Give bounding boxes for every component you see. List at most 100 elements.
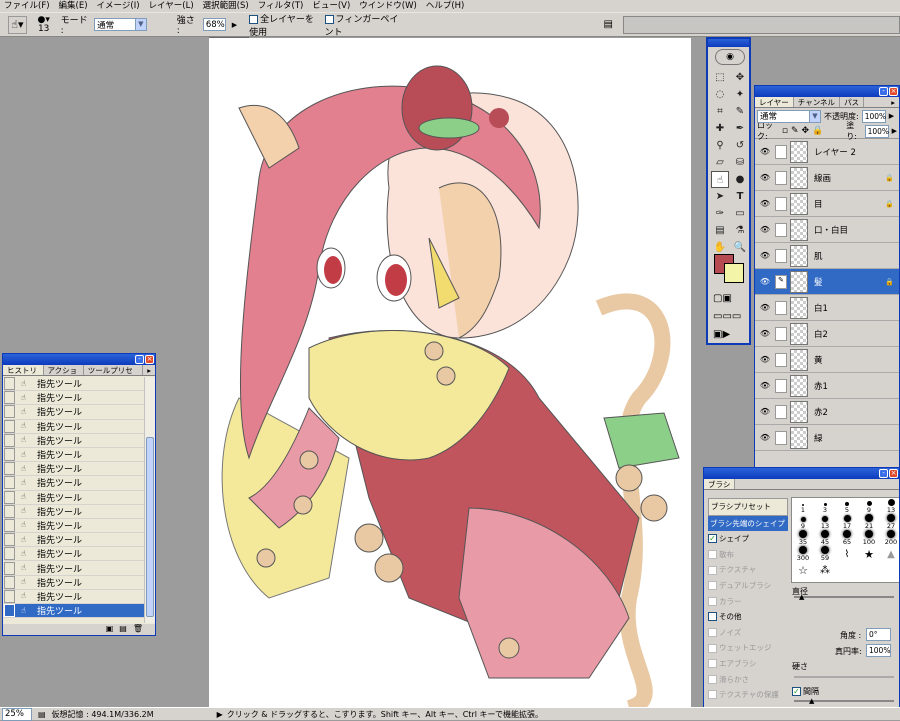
healing-brush-icon[interactable]: ✚ [711, 120, 729, 137]
option-checkbox[interactable] [708, 565, 717, 575]
history-item[interactable]: ☝ 指先ツール [4, 476, 145, 491]
option-checkbox[interactable] [708, 550, 717, 560]
brush-tip[interactable]: 100 [858, 530, 880, 546]
layer-row[interactable]: 👁 白2 [755, 321, 899, 347]
spacing-checkbox[interactable] [792, 687, 801, 696]
opacity-input[interactable]: 100% [861, 109, 886, 123]
eye-icon[interactable]: 👁 [755, 303, 775, 312]
history-checkbox[interactable] [4, 518, 15, 532]
trash-icon[interactable]: 🗑 [133, 624, 143, 635]
marquee-tool-icon[interactable]: ⬚ [711, 69, 729, 86]
brush-tip[interactable]: 9 [858, 498, 880, 514]
opacity-arrow-icon[interactable]: ▶ [889, 112, 894, 120]
magic-wand-icon[interactable]: ✦ [731, 86, 749, 103]
lasso-tool-icon[interactable]: ◌ [711, 86, 729, 103]
layer-row-selected[interactable]: 👁 ✎ 髪 🔒 [755, 269, 899, 295]
fill-arrow-icon[interactable]: ▶ [892, 127, 897, 135]
brush-tip[interactable]: 27 [880, 514, 899, 530]
history-item[interactable]: ☝ 指先ツール [4, 504, 145, 519]
option-checkbox[interactable] [708, 612, 717, 622]
bucket-tool-icon[interactable]: ⛁ [731, 154, 749, 171]
all-layers-option[interactable]: 全レイヤーを使用 [249, 12, 318, 38]
shape-dynamics-item[interactable]: シェイプ [708, 531, 788, 547]
minimize-button[interactable]: - [135, 355, 144, 364]
brush-tip[interactable]: 17 [836, 514, 858, 530]
history-item[interactable]: ☝ 指先ツール [4, 589, 145, 604]
option-checkbox[interactable] [708, 581, 717, 591]
brush-tip[interactable]: 21 [858, 514, 880, 530]
eye-icon[interactable]: 👁 [755, 225, 775, 234]
history-checkbox[interactable] [4, 533, 15, 547]
path-select-icon[interactable]: ➤ [711, 188, 729, 205]
minimize-button[interactable]: - [879, 469, 888, 478]
history-item[interactable]: ☝ 指先ツール [4, 533, 145, 548]
texture-item[interactable]: テクスチャ [708, 562, 788, 578]
slice-tool-icon[interactable]: ✎ [731, 103, 749, 120]
history-checkbox[interactable] [4, 462, 15, 476]
link-cell[interactable] [775, 378, 787, 393]
lock-transparency-icon[interactable]: ▫ [782, 126, 788, 136]
history-item[interactable]: ☝ 指先ツール [4, 547, 145, 562]
link-cell[interactable] [775, 170, 787, 185]
eraser-tool-icon[interactable]: ▱ [711, 154, 729, 171]
eye-icon[interactable]: 👁 [755, 329, 775, 338]
option-checkbox[interactable] [708, 659, 717, 669]
brush-tip[interactable]: 13 [880, 498, 899, 514]
eye-icon[interactable]: 👁 [755, 381, 775, 390]
history-checkbox[interactable] [4, 433, 15, 447]
close-button[interactable]: × [145, 355, 154, 364]
quickmask-icon[interactable]: ▢▣ [713, 293, 732, 304]
option-checkbox[interactable] [708, 596, 717, 606]
layer-row[interactable]: 👁 白1 [755, 295, 899, 321]
strength-arrow-icon[interactable]: ▶ [232, 21, 237, 29]
link-cell[interactable] [775, 248, 787, 263]
layer-row[interactable]: 👁 目 🔒 [755, 191, 899, 217]
layer-row[interactable]: 👁 赤1 [755, 373, 899, 399]
lock-paint-icon[interactable]: ✎ [791, 126, 799, 136]
menu-window[interactable]: ウインドウ(W) [359, 0, 417, 12]
brush-tip-star-outline-icon[interactable]: ☆ [792, 562, 814, 578]
history-checkbox[interactable] [4, 391, 15, 405]
eye-icon[interactable]: 👁 [755, 251, 775, 260]
history-item[interactable]: ☝ 指先ツール [4, 575, 145, 590]
tab-channels[interactable]: チャンネル [794, 97, 841, 107]
shape-tool-icon[interactable]: ▭ [731, 205, 749, 222]
move-tool-icon[interactable]: ✥ [731, 69, 749, 86]
dodge-tool-icon[interactable]: ● [731, 171, 749, 188]
brush-picker[interactable]: ●▾ 13 [33, 15, 55, 34]
brush-tip[interactable]: 59 [814, 546, 836, 562]
history-item[interactable]: ☝ 指先ツール [4, 405, 145, 420]
panel-menu-icon[interactable]: ▸ [143, 365, 155, 375]
tab-actions[interactable]: アクション [44, 365, 84, 386]
link-cell[interactable] [775, 222, 787, 237]
layer-row[interactable]: 👁 レイヤー 2 [755, 139, 899, 165]
brush-tip-star-icon[interactable]: ★ [858, 546, 880, 562]
link-cell[interactable] [775, 430, 787, 445]
link-cell[interactable] [775, 144, 787, 159]
eye-icon[interactable]: 👁 [755, 147, 775, 156]
option-checkbox[interactable] [708, 643, 717, 653]
brush-cell-icon[interactable]: ✎ [775, 274, 787, 289]
link-cell[interactable] [775, 326, 787, 341]
history-item[interactable]: ☝ 指先ツール [4, 391, 145, 406]
eye-icon[interactable]: 👁 [755, 355, 775, 364]
document-canvas[interactable] [209, 38, 691, 708]
airbrush-item[interactable]: エアブラシ [708, 656, 788, 672]
history-item[interactable]: ☝ 指先ツール [4, 433, 145, 448]
wet-edges-item[interactable]: ウェットエッジ [708, 640, 788, 656]
snapshot-icon[interactable]: ▣ [106, 624, 114, 635]
brush-tip-shape-item[interactable]: ブラシ先端のシェイプ [708, 515, 788, 532]
tab-brushes[interactable]: ブラシ [704, 479, 736, 489]
history-item[interactable]: ☝ 指先ツール [4, 561, 145, 576]
finger-paint-checkbox[interactable] [324, 14, 334, 24]
eye-icon[interactable]: 👁 [755, 433, 775, 442]
brush-tip-triangle-icon[interactable]: ▲ [880, 546, 899, 562]
history-checkbox[interactable] [4, 589, 15, 603]
menu-select[interactable]: 選択範囲(S) [203, 0, 249, 12]
brush-tip[interactable]: 35 [792, 530, 814, 546]
type-tool-icon[interactable]: T [731, 188, 749, 205]
spacing-slider[interactable]: ▲ [794, 697, 894, 705]
screen-mode-icon[interactable]: ▭▭▭ [713, 311, 741, 322]
history-item[interactable]: ☝ 指先ツール [4, 518, 145, 534]
history-checkbox[interactable] [4, 561, 15, 575]
